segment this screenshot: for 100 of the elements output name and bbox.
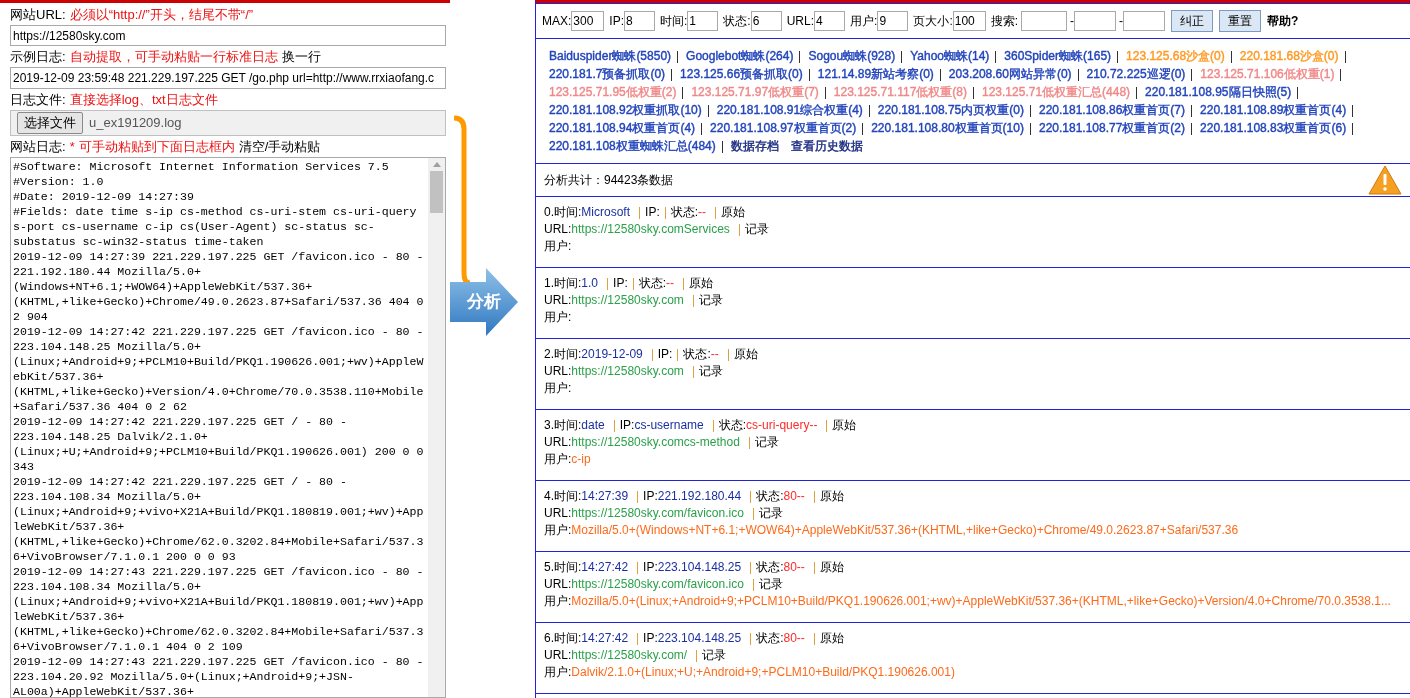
setting-input[interactable]: 6 [750, 11, 782, 31]
record-link[interactable]: 记录 [744, 221, 769, 238]
raw-link[interactable]: 原始 [733, 346, 758, 363]
spider-link[interactable]: 220.181.108.89权重首页(4) [1200, 102, 1347, 119]
search-input[interactable] [1123, 11, 1166, 31]
spider-link[interactable]: 360Spider蜘蛛(165) [1004, 48, 1112, 65]
file-picker[interactable]: 选择文件 u_ex191209.log [10, 109, 446, 136]
url-link[interactable]: https://12580sky.com [571, 292, 684, 309]
spider-link[interactable]: 220.181.108.95隔日快照(5) [1145, 84, 1292, 101]
status-value: -- [710, 346, 719, 363]
raw-link[interactable]: 原始 [819, 488, 844, 505]
help-link[interactable]: 帮助? [1267, 12, 1299, 30]
raw-link[interactable]: 原始 [832, 417, 857, 434]
url-link[interactable]: https://12580sky.comServices [571, 221, 730, 238]
raw-link[interactable]: 原始 [721, 204, 746, 221]
record-link[interactable]: 记录 [698, 363, 723, 380]
field-label: 网站日志: [10, 137, 66, 155]
log-line: 223.104.108.34 Mozilla/5.0+ [13, 488, 201, 504]
action-button[interactable]: 纠正 [1171, 10, 1214, 32]
log-line: #Software: Microsoft Internet Information Services 7.5 [13, 158, 389, 174]
url-link[interactable]: https://12580sky.com/favicon.ico [571, 505, 744, 522]
setting-input[interactable]: 1 [687, 11, 719, 31]
log-line: 2019-12-09 14:27:43 221.229.197.225 GET /favicon.ico - 80 - [13, 653, 424, 669]
field-label: 用户: [544, 593, 572, 610]
url-link[interactable]: https://12580sky.com/ [571, 647, 688, 664]
scrollbar[interactable] [428, 157, 445, 697]
record-link[interactable]: 记录 [698, 292, 723, 309]
spider-link[interactable]: 210.72.225巡逻(0) [1086, 66, 1186, 83]
spider-link[interactable]: 220.181.108.94权重首页(4) [549, 120, 696, 137]
spider-link[interactable]: 220.181.108.83权重首页(6) [1200, 120, 1347, 137]
raw-link[interactable]: 原始 [819, 630, 844, 647]
record-link[interactable]: 记录 [758, 576, 783, 593]
spider-link[interactable]: 203.208.60网站异常(0) [948, 66, 1072, 83]
spider-link[interactable]: 220.181.108.86权重首页(7) [1038, 102, 1186, 119]
log-line: +Safari/537.36 404 0 2 62 [13, 398, 187, 414]
field-label: 状态: [638, 275, 667, 292]
spider-link[interactable]: 数据存档 [730, 138, 779, 155]
field-label: IP: [643, 559, 658, 576]
scroll-up-icon[interactable] [432, 161, 441, 167]
log-line: 223.104.20.92 Mozilla/5.0+(Linux;+Android+9;+JSN- [13, 668, 354, 684]
range-separator: - [1119, 13, 1124, 30]
setting-input[interactable]: 4 [814, 11, 846, 31]
field-label: 用户: [544, 451, 572, 468]
spider-link[interactable]: Baiduspider蜘蛛(5850) [549, 48, 672, 65]
url-link[interactable]: https://12580sky.com/favicon.ico [571, 576, 744, 593]
url-link[interactable]: https://12580sky.comcs-method [571, 434, 740, 451]
log-line: 6+VivoBrowser/7.1.0.1 404 0 2 109 [13, 638, 243, 654]
field-label: URL: [544, 576, 572, 593]
search-input[interactable] [1074, 11, 1117, 31]
record-link[interactable]: 记录 [754, 434, 779, 451]
choose-file-button[interactable]: 选择文件 [17, 111, 83, 134]
time-value: 14:27:42 [581, 630, 629, 647]
status-value: -- [698, 204, 707, 221]
spider-link[interactable]: Googlebot蜘蛛(264) [686, 48, 794, 65]
field-label: 示例日志: [10, 48, 66, 66]
setting-input[interactable]: 9 [877, 11, 909, 31]
spider-link[interactable]: 220.181.108.75内页权重(0) [877, 102, 1024, 119]
spider-link[interactable]: 121.14.89新站考察(0) [817, 66, 934, 83]
search-input[interactable] [1021, 11, 1068, 31]
spider-link[interactable]: 220.181.108.77权重首页(2) [1038, 120, 1186, 137]
record-index: 4. [544, 488, 554, 505]
spider-link[interactable]: 220.181.7预备抓取(0) [549, 66, 666, 83]
url-link[interactable]: https://12580sky.com [571, 363, 684, 380]
setting-input[interactable]: 300 [571, 11, 605, 31]
field-label: IP: [613, 275, 628, 292]
record-link[interactable]: 记录 [702, 647, 727, 664]
field-hint: 可手动粘贴到下面日志框内 [78, 137, 235, 155]
log-line: 2019-12-09 14:27:42 221.229.197.225 GET / - 80 - [13, 473, 347, 489]
record-link[interactable]: 记录 [758, 505, 783, 522]
field-label: 状态: [756, 630, 784, 647]
log-textarea[interactable] [10, 156, 446, 698]
spider-link[interactable]: 查看历史数据 [790, 138, 863, 155]
raw-link[interactable]: 原始 [689, 275, 714, 292]
scrollbar-thumb[interactable] [430, 170, 443, 213]
spider-link[interactable]: 220.181.108.91综合权重(4) [716, 102, 863, 119]
raw-link[interactable]: 原始 [819, 559, 844, 576]
setting-input[interactable]: 8 [624, 11, 655, 31]
spider-link[interactable]: 220.181.108.97权重首页(2) [710, 120, 857, 137]
spider-link[interactable]: 220.181.108权重蜘蛛汇总(484) [549, 138, 716, 155]
spider-link[interactable]: 220.181.108.80权重首页(10) [871, 120, 1024, 137]
url-input[interactable]: https://12580sky.com [10, 25, 446, 47]
action-button[interactable]: 重置 [1219, 10, 1262, 32]
field-label: IP: [619, 417, 635, 434]
spider-link[interactable]: Yahoo蜘蛛(14) [910, 48, 990, 65]
setting-label: 状态: [723, 13, 751, 30]
field-label: 时间: [554, 417, 582, 434]
spider-link[interactable]: 220.181.108.92权重抓取(10) [549, 102, 702, 119]
log-line: 2 904 [13, 308, 48, 324]
setting-input[interactable]: 100 [952, 11, 986, 31]
sample-log-input[interactable]: 2019-12-09 23:59:48 221.229.197.225 GET /go.php url=http://www.rrxiaofang.c [10, 67, 446, 89]
record-index: 3. [544, 417, 554, 434]
log-line: (KHTML,+like+Gecko)+Chrome/62.0.3202.84+Mobile+Safari/537.3 [13, 623, 424, 639]
time-value: Microsoft [581, 204, 631, 221]
log-line: 221.192.180.44 Mozilla/5.0+ [13, 263, 201, 279]
field-label: 用户: [544, 380, 572, 397]
spider-link[interactable]: 123.125.66预备抓取(0) [680, 66, 803, 83]
spider-link[interactable]: Sogou蜘蛛(928) [808, 48, 896, 65]
next-line-link[interactable]: 换一行 [281, 48, 321, 66]
log-line: leWebKit/537.36+ [13, 608, 125, 624]
clear-paste-link[interactable]: 清空/手动粘贴 [238, 137, 321, 155]
